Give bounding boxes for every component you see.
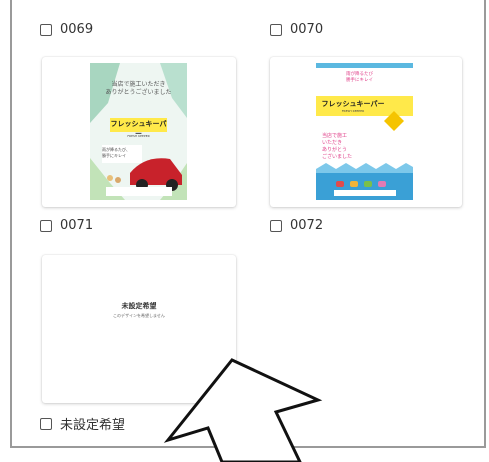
checkbox-0071[interactable] — [40, 219, 52, 232]
design-card-0071[interactable]: 当店で施工いただき ありがとうございました フレッシュキーパー FRESH KE… — [42, 57, 236, 207]
unset-title: 未設定希望 — [121, 302, 157, 310]
flyer-headline-2: ありがとうございました — [105, 89, 172, 96]
flyer-top-2: 勝手にキレイ — [346, 78, 373, 83]
flyer-thumbnail: 雨が降るたび 勝手にキレイ フレッシュキーパー FRESH KEEPER 当店で… — [316, 63, 413, 200]
design-card-unset[interactable]: 未設定希望 このデザインを希望しません — [42, 255, 236, 403]
item-0072-label[interactable]: 0072 — [270, 218, 323, 233]
item-id: 0070 — [290, 22, 324, 37]
checkbox-unset[interactable] — [40, 417, 52, 430]
item-0069-label[interactable]: 0069 — [40, 22, 93, 37]
item-id: 0071 — [60, 218, 94, 233]
flyer-banner: フレッシュキーパー — [321, 100, 385, 108]
design-card-0072[interactable]: 雨が降るたび 勝手にキレイ フレッシュキーパー FRESH KEEPER 当店で… — [270, 57, 462, 207]
item-unset-label[interactable]: 未設定希望 — [40, 414, 125, 433]
flyer-thumbnail: 当店で施工いただき ありがとうございました フレッシュキーパー FRESH KE… — [90, 63, 187, 200]
flyer-pink-3: ありがとう — [322, 147, 348, 153]
flyer-headline-1: 当店で施工いただき — [111, 81, 166, 88]
flyer-body-2: 勝手にキレイ — [102, 153, 126, 158]
checkbox-0069[interactable] — [40, 23, 52, 36]
item-0070-label[interactable]: 0070 — [270, 22, 323, 37]
checkbox-0070[interactable] — [270, 23, 282, 36]
flyer-pink-4: ございました — [322, 154, 353, 160]
flyer-banner-sub: FRESH KEEPER — [341, 109, 365, 113]
flyer-pink-2: いただき — [322, 140, 343, 146]
unset-subtitle: このデザインを希望しません — [113, 313, 165, 318]
item-id: 0072 — [290, 218, 324, 233]
checkbox-0072[interactable] — [270, 219, 282, 232]
item-id: 未設定希望 — [60, 418, 126, 433]
flyer-banner-sub: FRESH KEEPER — [127, 134, 150, 138]
item-0071-label[interactable]: 0071 — [40, 218, 93, 233]
design-grid: 0069 0070 当店で施工いただき ありがとうございました フレッシュキーパ… — [10, 0, 486, 448]
flyer-pink-1: 当店で施工 — [322, 133, 348, 139]
item-id: 0069 — [60, 22, 94, 37]
